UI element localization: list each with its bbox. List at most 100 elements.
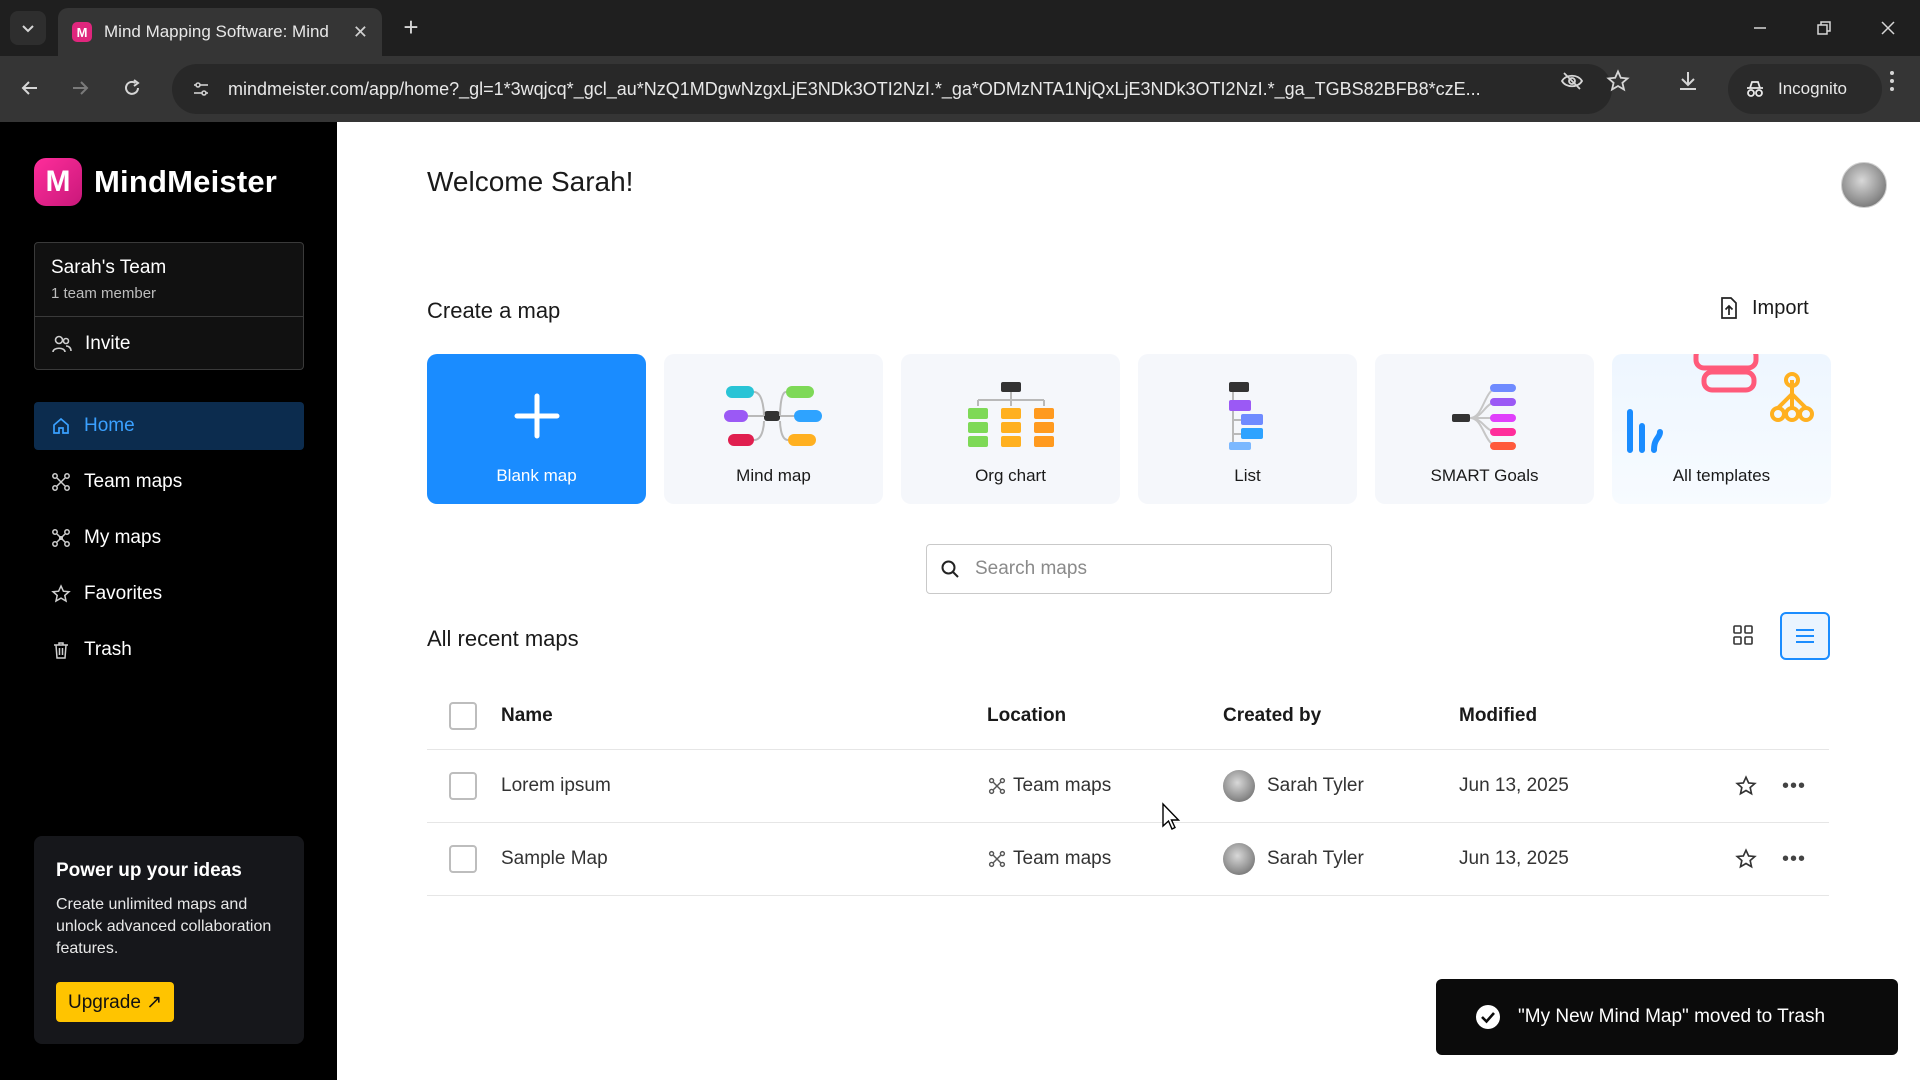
sidebar-item-label: My maps: [84, 527, 162, 548]
url-text: mindmeister.com/app/home?_gl=1*3wqjcq*_g…: [228, 78, 1481, 99]
list-view-button[interactable]: [1780, 612, 1830, 660]
minimize-button[interactable]: [1738, 10, 1782, 46]
map-location: Team maps: [987, 775, 1223, 797]
smart-goals-icon: [1451, 384, 1516, 450]
sidebar-item-home[interactable]: Home: [34, 402, 304, 450]
eye-off-icon[interactable]: [1560, 69, 1584, 93]
arrow-right-icon: [73, 81, 89, 95]
team-selector[interactable]: Sarah's Team 1 team member: [35, 243, 303, 317]
table-header: Name Location Created by Modified: [427, 682, 1829, 750]
smart-goals-card[interactable]: SMART Goals: [1375, 354, 1594, 504]
incognito-indicator[interactable]: Incognito: [1728, 64, 1882, 114]
list-view-icon: [1796, 629, 1814, 643]
browser-toolbar: mindmeister.com/app/home?_gl=1*3wqjcq*_g…: [0, 56, 1920, 122]
row-checkbox[interactable]: [449, 845, 477, 873]
creator-name: Sarah Tyler: [1267, 775, 1364, 796]
sidebar-item-favorites[interactable]: Favorites: [34, 570, 304, 618]
team-maps-icon: [50, 471, 72, 493]
recent-maps-table: Name Location Created by Modified Lorem …: [427, 682, 1829, 896]
sidebar-item-label: Team maps: [84, 471, 183, 492]
back-button[interactable]: [10, 68, 50, 108]
import-label: Import: [1752, 296, 1809, 319]
all-templates-card[interactable]: All templates: [1612, 354, 1831, 504]
avatar: [1223, 843, 1255, 875]
card-label: List: [1234, 466, 1261, 485]
sidebar-item-label: Favorites: [84, 583, 163, 604]
favorite-star-icon[interactable]: [1733, 773, 1759, 799]
grid-view-button[interactable]: [1723, 615, 1763, 655]
user-avatar[interactable]: [1841, 162, 1887, 208]
forward-button[interactable]: [60, 68, 100, 108]
plus-icon: [514, 393, 559, 439]
map-name[interactable]: Sample Map: [501, 848, 987, 870]
import-icon: [1718, 296, 1740, 320]
row-checkbox[interactable]: [449, 772, 477, 800]
search-icon: [939, 558, 961, 580]
restore-icon: [1817, 21, 1831, 35]
incognito-label: Incognito: [1778, 79, 1847, 98]
map-name[interactable]: Lorem ipsum: [501, 775, 987, 797]
brand[interactable]: M MindMeister: [34, 158, 277, 206]
create-map-title: Create a map: [427, 298, 561, 323]
invite-button[interactable]: Invite: [35, 317, 303, 371]
promo-title: Power up your ideas: [56, 860, 242, 881]
page-title: Welcome Sarah!: [427, 166, 634, 197]
org-chart-icon: [967, 382, 1054, 447]
column-header-modified[interactable]: Modified: [1459, 705, 1729, 727]
table-row[interactable]: Sample Map Team maps Sarah Tyler Jun 13,…: [427, 823, 1829, 896]
card-label: All templates: [1672, 466, 1771, 485]
minimize-icon: [1754, 27, 1766, 29]
map-location: Team maps: [987, 848, 1223, 870]
mind-map-card[interactable]: Mind map: [664, 354, 883, 504]
table-row[interactable]: Lorem ipsum Team maps Sarah Tyler Jun 13…: [427, 750, 1829, 823]
sidebar-item-my-maps[interactable]: My maps: [34, 514, 304, 562]
upgrade-button[interactable]: Upgrade ↗: [56, 982, 175, 1022]
invite-users-icon: [51, 333, 73, 355]
site-settings-icon[interactable]: [190, 78, 212, 100]
org-chart-card[interactable]: Org chart: [901, 354, 1120, 504]
list-card[interactable]: List: [1138, 354, 1357, 504]
tab-close-icon[interactable]: ✕: [353, 22, 368, 43]
sidebar-item-trash[interactable]: Trash: [34, 626, 304, 674]
reload-button[interactable]: [112, 68, 152, 108]
column-header-name[interactable]: Name: [501, 705, 987, 727]
brand-name: MindMeister: [94, 164, 278, 199]
sidebar-item-team-maps[interactable]: Team maps: [34, 458, 304, 506]
team-switcher: Sarah's Team 1 team member Invite: [34, 242, 304, 370]
blank-map-card[interactable]: Blank map: [427, 354, 646, 504]
sidebar-nav: Home Team maps My maps Favorites Trash: [34, 402, 304, 682]
favorite-star-icon[interactable]: [1733, 846, 1759, 872]
app-viewport: M MindMeister Sarah's Team 1 team member…: [0, 122, 1920, 1080]
toast-notification: "My New Mind Map" moved to Trash: [1436, 979, 1898, 1055]
restore-button[interactable]: [1802, 10, 1846, 46]
location-label: Team maps: [1013, 848, 1112, 869]
import-button[interactable]: Import: [1718, 296, 1809, 320]
incognito-icon: [1744, 78, 1766, 100]
column-header-created-by[interactable]: Created by: [1223, 705, 1459, 727]
team-maps-icon: [987, 776, 1007, 796]
mind-map-icon: [723, 386, 822, 446]
new-tab-button[interactable]: +: [396, 12, 426, 42]
templates-icon: [1627, 354, 1814, 453]
address-bar[interactable]: mindmeister.com/app/home?_gl=1*3wqjcq*_g…: [172, 64, 1612, 114]
grid-icon: [1733, 625, 1753, 645]
more-options-icon[interactable]: •••: [1779, 773, 1809, 799]
more-options-icon[interactable]: •••: [1779, 846, 1809, 872]
mindmeister-logo-icon: M: [34, 158, 82, 206]
close-window-button[interactable]: [1866, 10, 1910, 46]
home-icon: [50, 415, 72, 437]
recent-maps-title: All recent maps: [427, 626, 579, 651]
map-modified: Jun 13, 2025: [1459, 775, 1569, 796]
team-maps-icon: [987, 849, 1007, 869]
search-input[interactable]: [975, 558, 1315, 580]
promo-text: Create unlimited maps and unlock advance…: [56, 896, 272, 957]
browser-tab[interactable]: M Mind Mapping Software: Mind ✕: [58, 8, 382, 56]
column-header-location[interactable]: Location: [987, 705, 1223, 727]
sidebar: M MindMeister Sarah's Team 1 team member…: [0, 122, 337, 1080]
select-all-checkbox[interactable]: [449, 701, 477, 730]
download-icon[interactable]: [1676, 69, 1700, 93]
bookmark-star-icon[interactable]: [1606, 69, 1630, 93]
close-icon: [1881, 21, 1895, 35]
browser-menu-icon[interactable]: [1880, 69, 1904, 93]
tab-search-button[interactable]: [10, 11, 46, 45]
